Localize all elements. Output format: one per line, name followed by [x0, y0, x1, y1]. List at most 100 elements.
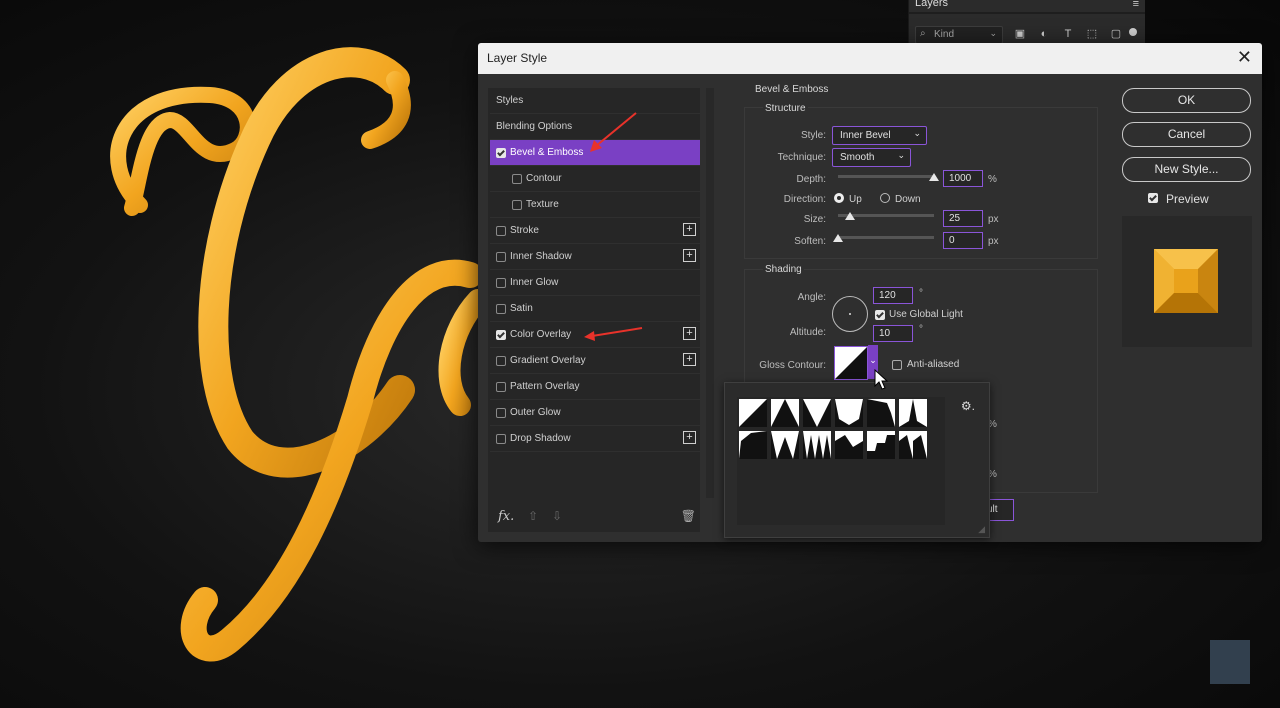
rolling-slope-contour-icon	[835, 435, 863, 459]
chevron-down-icon: ⌄	[913, 128, 921, 138]
contour-preset-sawtooth[interactable]	[899, 431, 927, 459]
angle-dial[interactable]	[832, 296, 868, 332]
dialog-titlebar[interactable]: Layer Style ✕	[478, 43, 1262, 74]
move-down-icon[interactable]: ⇩	[552, 509, 562, 523]
style-item-inner-glow[interactable]: Inner Glow	[490, 270, 700, 296]
styles-list-scrollbar[interactable]	[706, 88, 714, 498]
style-checkbox[interactable]	[512, 174, 522, 184]
altitude-input[interactable]: 10	[873, 325, 913, 342]
direction-down-radio[interactable]	[880, 193, 890, 203]
use-global-light-checkbox[interactable]	[875, 310, 885, 320]
depth-input[interactable]: 1000	[943, 170, 983, 187]
size-input[interactable]: 25	[943, 210, 983, 227]
angle-input[interactable]: 120	[873, 287, 913, 304]
add-effect-icon[interactable]: +	[683, 353, 696, 366]
cove-shallow-contour-icon	[867, 399, 895, 427]
soften-slider-thumb[interactable]	[833, 234, 843, 242]
gaussian-contour-icon	[899, 399, 927, 427]
preview-checkbox[interactable]	[1148, 193, 1158, 203]
type-filter-icon[interactable]: T	[1061, 27, 1075, 41]
adjustment-filter-icon[interactable]: ◐	[1037, 27, 1051, 41]
contour-preset-half-round[interactable]	[739, 431, 767, 459]
smart-object-filter-icon[interactable]: ▢	[1109, 27, 1123, 41]
style-label: Style:	[800, 130, 826, 141]
style-item-label: Outer Glow	[510, 407, 561, 418]
chevron-down-icon: ⌄	[989, 28, 997, 38]
kind-filter-dropdown[interactable]: ⌕ Kind ⌄	[915, 26, 1003, 44]
size-slider-thumb[interactable]	[845, 212, 856, 220]
style-checkbox[interactable]	[496, 226, 506, 236]
close-icon[interactable]: ✕	[1237, 47, 1252, 67]
cancel-button[interactable]: Cancel	[1122, 122, 1251, 147]
direction-up-radio[interactable]	[834, 193, 844, 203]
style-checkbox[interactable]	[496, 408, 506, 418]
contour-preset-cove-shallow[interactable]	[867, 399, 895, 427]
angle-label: Angle:	[797, 292, 826, 303]
style-dropdown[interactable]: Inner Bevel ⌄	[832, 126, 927, 145]
contour-preset-ring[interactable]	[771, 431, 799, 459]
soften-input[interactable]: 0	[943, 232, 983, 249]
style-item-texture[interactable]: Texture	[490, 192, 700, 218]
style-item-label: Texture	[526, 199, 559, 210]
style-item-drop-shadow[interactable]: Drop Shadow +	[490, 426, 700, 452]
style-item-stroke[interactable]: Stroke +	[490, 218, 700, 244]
style-value: Inner Bevel	[840, 130, 891, 141]
resize-grip-icon[interactable]: ◢	[978, 524, 985, 535]
contour-preset-ring-double[interactable]	[803, 431, 831, 459]
style-checkbox[interactable]	[512, 200, 522, 210]
style-item-satin[interactable]: Satin	[490, 296, 700, 322]
style-preview	[1122, 216, 1252, 347]
style-checkbox[interactable]	[496, 252, 506, 262]
anti-aliased-checkbox[interactable]	[892, 360, 902, 370]
panel-menu-icon[interactable]: ≡	[1133, 0, 1139, 10]
add-effect-icon[interactable]: +	[683, 431, 696, 444]
style-checkbox[interactable]	[496, 304, 506, 314]
style-item-inner-shadow[interactable]: Inner Shadow +	[490, 244, 700, 270]
style-item-label: Pattern Overlay	[510, 381, 580, 392]
size-slider[interactable]	[838, 212, 934, 220]
depth-slider[interactable]	[838, 173, 939, 181]
linear-contour-icon	[739, 399, 767, 427]
style-item-contour[interactable]: Contour	[490, 166, 700, 192]
style-item-pattern-overlay[interactable]: Pattern Overlay	[490, 374, 700, 400]
preview-swatch	[1154, 249, 1218, 313]
style-item-label: Drop Shadow	[510, 433, 571, 444]
depth-slider-thumb[interactable]	[929, 173, 939, 181]
cone-inverted-contour-icon	[803, 399, 831, 427]
style-checkbox[interactable]	[496, 434, 506, 444]
add-effect-icon[interactable]: +	[683, 327, 696, 340]
style-checkbox[interactable]	[496, 356, 506, 366]
new-style-button[interactable]: New Style...	[1122, 157, 1251, 182]
technique-dropdown[interactable]: Smooth ⌄	[832, 148, 911, 167]
shape-filter-icon[interactable]: ⬚	[1085, 27, 1099, 41]
style-item-label: Bevel & Emboss	[510, 147, 584, 158]
contour-preset-rounded-steps[interactable]	[867, 431, 895, 459]
layers-tab[interactable]: Layers	[915, 0, 948, 9]
move-up-icon[interactable]: ⇧	[528, 509, 538, 523]
contour-preset-cone-inverted[interactable]	[803, 399, 831, 427]
soften-slider[interactable]	[833, 234, 934, 242]
style-checkbox[interactable]	[496, 330, 506, 340]
style-checkbox[interactable]	[496, 382, 506, 392]
contour-preset-linear[interactable]	[739, 399, 767, 427]
contour-preset-cone[interactable]	[771, 399, 799, 427]
style-item-gradient-overlay[interactable]: Gradient Overlay +	[490, 348, 700, 374]
fx-icon[interactable]: fx.	[498, 509, 514, 524]
style-checkbox[interactable]	[496, 148, 506, 158]
contour-preset-cove-deep[interactable]	[835, 399, 863, 427]
add-effect-icon[interactable]: +	[683, 249, 696, 262]
style-item-label: Inner Shadow	[510, 251, 572, 262]
layers-tabbar	[909, 12, 1145, 14]
style-checkbox[interactable]	[496, 278, 506, 288]
filter-toggle-icon[interactable]	[1129, 28, 1137, 36]
gear-icon[interactable]: ⚙.	[961, 399, 975, 413]
contour-preset-rolling-slope[interactable]	[835, 431, 863, 459]
contour-preset-gaussian[interactable]	[899, 399, 927, 427]
style-item-outer-glow[interactable]: Outer Glow	[490, 400, 700, 426]
image-filter-icon[interactable]: ▣	[1013, 27, 1027, 41]
depth-label: Depth:	[796, 174, 826, 185]
trash-icon[interactable]: 🗑	[681, 509, 696, 523]
gloss-contour-thumbnail[interactable]	[834, 346, 868, 380]
add-effect-icon[interactable]: +	[683, 223, 696, 236]
ok-button[interactable]: OK	[1122, 88, 1251, 113]
